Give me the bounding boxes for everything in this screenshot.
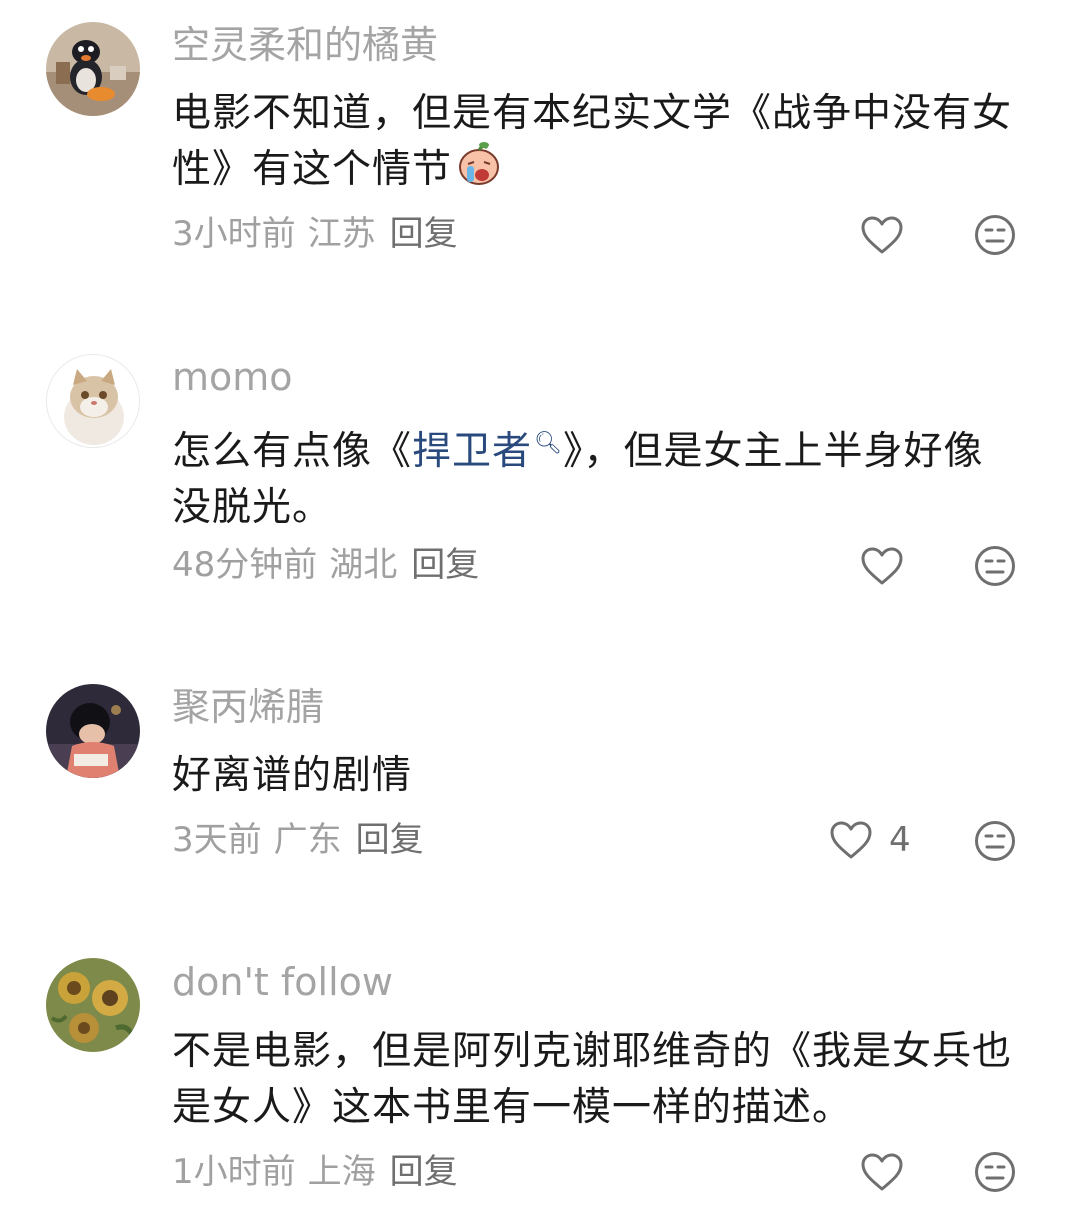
- avatar[interactable]: [46, 684, 140, 778]
- comment-location: 江苏: [307, 214, 376, 254]
- heart-outline-icon[interactable]: [860, 215, 904, 255]
- reply-button[interactable]: 回复: [390, 214, 458, 254]
- username[interactable]: 空灵柔和的橘黄: [172, 26, 438, 64]
- comment-text-content: 电影不知道，但是有本纪实文学《战争中没有女性》有这个情节: [172, 91, 1013, 192]
- comment-time: 3天前: [172, 820, 262, 860]
- meh-face-icon[interactable]: [974, 545, 1016, 587]
- avatar[interactable]: [46, 958, 140, 1052]
- comment-text-content: 好离谱的剧情: [172, 753, 413, 798]
- like-count: 4: [889, 820, 911, 860]
- reply-button[interactable]: 回复: [411, 545, 479, 585]
- comment-time: 1小时前: [172, 1152, 296, 1192]
- heart-outline-icon[interactable]: [860, 546, 904, 586]
- comment-text: 不是电影，但是阿列克谢耶维奇的《我是女兵也是女人》这本书里有一模一样的描述。: [172, 1024, 1022, 1136]
- comment-text-content: 不是电影，但是阿列克谢耶维奇的《我是女兵也是女人》这本书里有一模一样的描述。: [172, 1029, 1013, 1130]
- comment-time: 48分钟前: [172, 545, 318, 585]
- heart-outline-icon[interactable]: [829, 820, 873, 860]
- sunflower-painting-avatar-icon: [46, 958, 140, 1052]
- avatar[interactable]: [46, 22, 140, 116]
- username[interactable]: 聚丙烯腈: [172, 688, 324, 726]
- comment-text: 电影不知道，但是有本纪实文学《战争中没有女性》有这个情节: [172, 86, 1022, 198]
- topic-link-label: 捍卫者: [412, 429, 533, 474]
- comment-text: 好离谱的剧情: [172, 748, 1022, 804]
- meh-face-icon[interactable]: [974, 1151, 1016, 1193]
- avatar[interactable]: [46, 354, 140, 448]
- heart-outline-icon[interactable]: [860, 1152, 904, 1192]
- comment-meta: 3小时前 江苏 回复: [172, 217, 458, 251]
- cat-avatar-icon: [47, 355, 139, 447]
- penguin-avatar-icon: [46, 22, 140, 116]
- crying-face-emoji-icon: [459, 142, 500, 185]
- comment-location: 广东: [273, 820, 342, 860]
- username[interactable]: momo: [172, 358, 293, 396]
- comment-time: 3小时前: [172, 214, 296, 254]
- topic-link[interactable]: 捍卫者🔍︎: [412, 429, 563, 474]
- username[interactable]: don't follow: [172, 963, 393, 1001]
- comment-meta: 1小时前 上海 回复: [172, 1155, 458, 1189]
- search-icon: 🔍︎: [534, 431, 563, 456]
- comment-location: 上海: [307, 1152, 376, 1192]
- reply-button[interactable]: 回复: [356, 820, 424, 860]
- comment-meta: 48分钟前 湖北 回复: [172, 548, 479, 582]
- comment-text: 怎么有点像《捍卫者🔍︎》，但是女主上半身好像没脱光。: [172, 416, 1022, 536]
- meh-face-icon[interactable]: [974, 214, 1016, 256]
- comment-meta: 3天前 广东 回复: [172, 823, 424, 857]
- comment-text-content: 怎么有点像《: [172, 429, 413, 474]
- meh-face-icon[interactable]: [974, 820, 1016, 862]
- boy-reading-avatar-icon: [46, 684, 140, 778]
- comment-location: 湖北: [329, 545, 398, 585]
- reply-button[interactable]: 回复: [390, 1152, 458, 1192]
